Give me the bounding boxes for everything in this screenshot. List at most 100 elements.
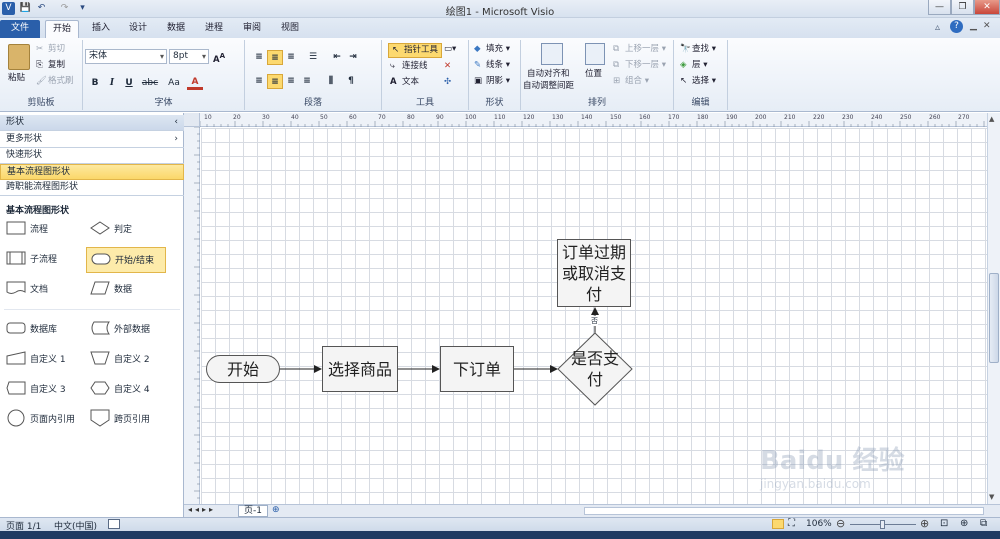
ribbon-minimize-icon[interactable]: ▵ bbox=[935, 22, 940, 33]
scroll-thumb[interactable] bbox=[989, 273, 999, 363]
rotate-text-icon[interactable]: ¶ bbox=[343, 74, 359, 89]
basic-flowchart-item[interactable]: 基本流程图形状 bbox=[0, 164, 184, 180]
text-tool-button[interactable]: A 文本 bbox=[390, 77, 419, 88]
connection-point-icon[interactable]: ✣ bbox=[444, 77, 451, 88]
stencil-on-page-reference[interactable]: 页面内引用 bbox=[2, 407, 82, 433]
full-screen-icon[interactable] bbox=[772, 519, 784, 529]
stencil-decision[interactable]: 判定 bbox=[86, 217, 166, 243]
align-right-icon[interactable]: ≡ bbox=[283, 74, 299, 89]
font-name-combo[interactable]: 宋体 bbox=[85, 49, 167, 64]
font-color-button[interactable]: A bbox=[187, 76, 203, 90]
align-top-icon[interactable]: ≡ bbox=[251, 50, 267, 65]
text-direction-icon[interactable]: ⫼ bbox=[323, 74, 339, 89]
tab-insert[interactable]: 插入 bbox=[84, 20, 118, 38]
decrease-indent-icon[interactable]: ⇤ bbox=[329, 50, 345, 65]
switch-windows-icon[interactable]: ⧉ bbox=[980, 518, 987, 529]
select-button[interactable]: ↖ 选择 ▾ bbox=[680, 76, 716, 87]
change-case-button[interactable]: Aa bbox=[163, 76, 185, 91]
tab-file[interactable]: 文件 bbox=[0, 20, 40, 38]
find-button[interactable]: 🔭查找 ▾ bbox=[680, 44, 716, 55]
align-middle-icon[interactable]: ≡ bbox=[267, 50, 283, 65]
send-backward-button[interactable]: ⧉ 下移一层 ▾ bbox=[613, 60, 666, 71]
stencil-subprocess[interactable]: 子流程 bbox=[2, 247, 82, 273]
paste-button[interactable]: 粘贴 bbox=[8, 73, 25, 84]
align-bottom-icon[interactable]: ≡ bbox=[283, 50, 299, 65]
stencil-custom-4[interactable]: 自定义 4 bbox=[86, 377, 166, 403]
line-button[interactable]: ✎ 线条 ▾ bbox=[474, 60, 510, 71]
scroll-up-icon[interactable]: ▲ bbox=[989, 115, 994, 123]
tab-process[interactable]: 进程 bbox=[197, 20, 231, 38]
auto-align-label-2[interactable]: 自动调整间距 bbox=[523, 81, 574, 92]
stencil-custom-3[interactable]: 自定义 3 bbox=[2, 377, 82, 403]
stencil-start-end[interactable]: 开始/结束 bbox=[86, 247, 166, 273]
window-title: 绘图1 - Microsoft Visio bbox=[445, 7, 555, 18]
stencil-off-page-reference[interactable]: 跨页引用 bbox=[86, 407, 166, 433]
copy-button[interactable]: ⎘ 复制 bbox=[36, 60, 65, 71]
tab-design[interactable]: 设计 bbox=[121, 20, 155, 38]
strikethrough-button[interactable]: abc bbox=[139, 76, 161, 91]
close-button[interactable]: ✕ bbox=[974, 0, 1000, 15]
stencil-data[interactable]: 数据 bbox=[86, 277, 166, 303]
close-tool-icon[interactable]: ✕ bbox=[444, 61, 451, 72]
stencil-database[interactable]: 数据库 bbox=[2, 317, 82, 343]
stencil-document[interactable]: 文档 bbox=[2, 277, 82, 303]
layer-button[interactable]: ◈ 层 ▾ bbox=[680, 60, 707, 71]
paste-icon[interactable] bbox=[8, 44, 30, 70]
justify-icon[interactable]: ≡ bbox=[299, 74, 315, 89]
cut-button[interactable]: ✂ 剪切 bbox=[36, 44, 65, 55]
underline-button[interactable]: U bbox=[121, 76, 137, 91]
grow-font-icon[interactable]: AA bbox=[213, 50, 225, 66]
vertical-scrollbar[interactable]: ▲ ▼ bbox=[987, 113, 1000, 505]
shapes-pane-header[interactable]: 形状 ‹ bbox=[0, 115, 184, 131]
pointer-tool-button[interactable]: ↖ 指针工具 bbox=[388, 43, 443, 58]
scroll-down-icon[interactable]: ▼ bbox=[989, 493, 994, 501]
minimize-button[interactable]: — bbox=[928, 0, 951, 15]
doc-minimize-icon[interactable]: ▁ bbox=[970, 21, 977, 31]
align-center-icon[interactable]: ≡ bbox=[267, 74, 283, 89]
stencil-custom-1[interactable]: 自定义 1 bbox=[2, 347, 82, 373]
increase-indent-icon[interactable]: ⇥ bbox=[345, 50, 361, 65]
font-size-combo[interactable]: 8pt bbox=[169, 49, 209, 64]
insert-page-icon[interactable]: ⊕ bbox=[272, 505, 280, 515]
position-icon[interactable] bbox=[585, 43, 605, 65]
stencil-process[interactable]: 流程 bbox=[2, 217, 82, 243]
zoom-level[interactable]: 106% bbox=[806, 519, 832, 529]
page-tab-1[interactable]: 页-1 bbox=[238, 505, 268, 517]
rectangle-tool-icon[interactable]: ▭▾ bbox=[444, 44, 456, 55]
tab-data[interactable]: 数据 bbox=[159, 20, 193, 38]
bold-button[interactable]: B bbox=[87, 76, 103, 91]
tab-home[interactable]: 开始 bbox=[45, 20, 79, 38]
page-nav-icon[interactable]: ◂◂▸▸ bbox=[188, 505, 216, 514]
format-painter-button[interactable]: 🖌格式刷 bbox=[36, 76, 74, 87]
macro-record-icon[interactable] bbox=[108, 519, 120, 529]
zoom-slider-thumb[interactable] bbox=[880, 520, 885, 529]
tab-view[interactable]: 视图 bbox=[273, 20, 307, 38]
flow-cancel-process[interactable]: 订单过期或取消支付 bbox=[557, 239, 631, 307]
data-icon bbox=[90, 281, 110, 295]
align-left-icon[interactable]: ≡ bbox=[251, 74, 267, 89]
help-icon[interactable]: ? bbox=[950, 20, 963, 33]
italic-button[interactable]: I bbox=[104, 76, 120, 91]
connector-tool-button[interactable]: ⤷ 连接线 bbox=[390, 61, 428, 72]
collapse-pane-icon[interactable]: ‹ bbox=[174, 115, 178, 130]
doc-close-icon[interactable]: ✕ bbox=[983, 21, 991, 31]
ruler-ticks bbox=[200, 121, 985, 127]
quick-shapes-item[interactable]: 快速形状 bbox=[0, 148, 184, 164]
flow-select-process[interactable]: 选择商品 bbox=[322, 346, 398, 392]
flow-start-terminator[interactable]: 开始 bbox=[206, 355, 280, 383]
restore-button[interactable]: ❐ bbox=[951, 0, 974, 15]
group-button[interactable]: ⊞ 组合 ▾ bbox=[613, 76, 649, 87]
tab-review[interactable]: 审阅 bbox=[235, 20, 269, 38]
flow-order-process[interactable]: 下订单 bbox=[440, 346, 514, 392]
shadow-button[interactable]: ▣ 阴影 ▾ bbox=[474, 76, 510, 87]
more-shapes-item[interactable]: 更多形状 › bbox=[0, 132, 184, 148]
stencil-custom-2[interactable]: 自定义 2 bbox=[86, 347, 166, 373]
stencil-external-data[interactable]: 外部数据 bbox=[86, 317, 166, 343]
bullets-icon[interactable]: ☰ bbox=[305, 50, 321, 65]
bring-forward-button[interactable]: ⧉ 上移一层 ▾ bbox=[613, 44, 666, 55]
position-button[interactable]: 位置 bbox=[585, 69, 602, 80]
auto-align-label-1[interactable]: 自动对齐和 bbox=[527, 69, 570, 80]
fill-button[interactable]: ◆ 填充 ▾ bbox=[474, 44, 510, 55]
auto-align-icon[interactable] bbox=[541, 43, 563, 65]
cross-functional-item[interactable]: 跨职能流程图形状 bbox=[0, 180, 184, 196]
